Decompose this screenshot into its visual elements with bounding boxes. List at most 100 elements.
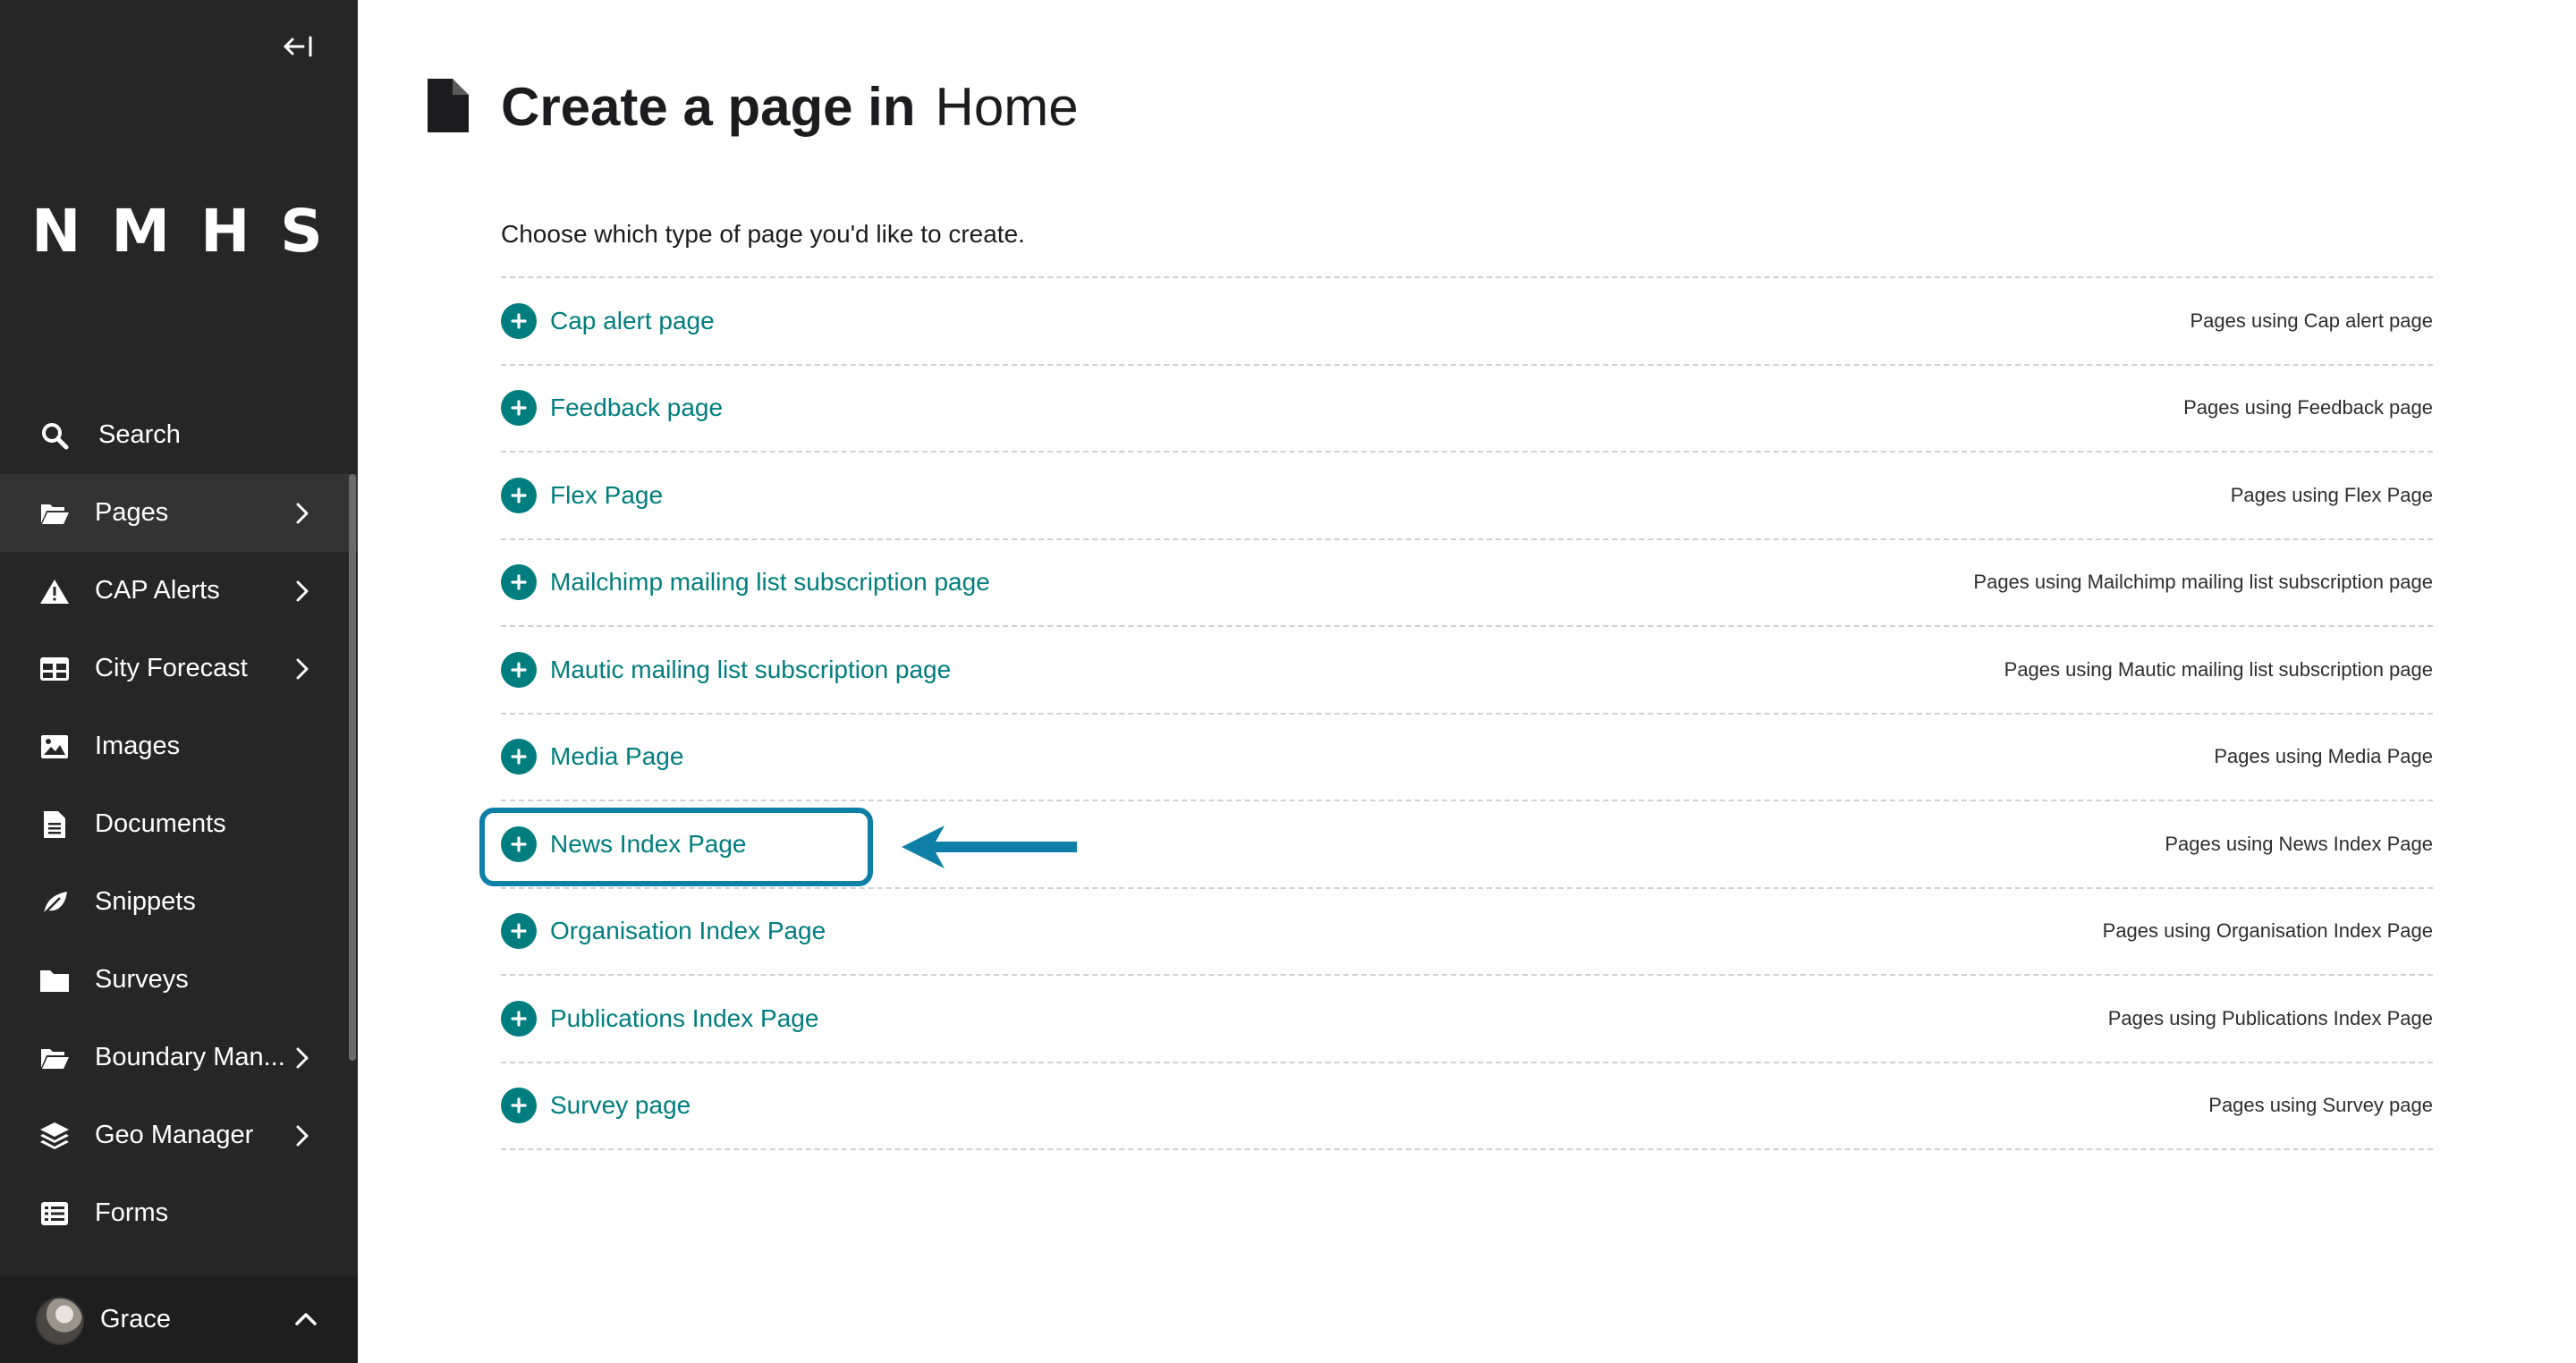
page-type-label: Organisation Index Page — [550, 917, 826, 945]
page-type-link[interactable]: Mailchimp mailing list subscription page — [501, 564, 990, 601]
sidebar-item-city-forecast[interactable]: City Forecast — [0, 630, 358, 707]
sidebar-item-label: Surveys — [95, 965, 189, 994]
page-type-usage[interactable]: Pages using Cap alert page — [2190, 309, 2433, 333]
chevron-right-icon — [292, 1123, 313, 1148]
page-title-text: Create a page in — [501, 77, 916, 137]
plus-icon — [501, 651, 537, 688]
page-type-usage[interactable]: Pages using News Index Page — [2165, 833, 2433, 856]
page-type-link[interactable]: Cap alert page — [501, 302, 715, 339]
sidebar-item-label: Search — [98, 420, 181, 449]
list-item: Survey page Pages using Survey page — [501, 1063, 2433, 1150]
page-type-link[interactable]: Media Page — [501, 739, 683, 775]
page-type-usage[interactable]: Pages using Publications Index Page — [2108, 1007, 2433, 1030]
page-type-label: Mailchimp mailing list subscription page — [550, 568, 990, 597]
sidebar-item-label: Images — [95, 732, 181, 760]
list-item: Flex Page Pages using Flex Page — [501, 453, 2433, 540]
site-logo[interactable]: NMHS — [0, 197, 358, 266]
plus-icon — [501, 390, 537, 427]
page-title: Create a page in Home — [501, 72, 1079, 143]
page-type-label: Cap alert page — [550, 306, 715, 334]
page-type-link[interactable]: Mautic mailing list subscription page — [501, 651, 952, 688]
collapse-icon — [284, 36, 312, 57]
collapse-sidebar-button[interactable] — [274, 27, 324, 66]
page-type-label: Media Page — [550, 742, 684, 771]
list-icon — [38, 1198, 71, 1230]
sidebar-item-label: CAP Alerts — [95, 576, 220, 605]
page-type-link[interactable]: Feedback page — [501, 390, 724, 427]
plus-icon — [501, 1000, 537, 1037]
sidebar-item-label: City Forecast — [95, 654, 248, 682]
sidebar-item-boundary-manager[interactable]: Boundary Man... — [0, 1019, 358, 1096]
sidebar-item-label: Forms — [95, 1198, 169, 1227]
sidebar-item-images[interactable]: Images — [0, 707, 358, 785]
page-type-usage[interactable]: Pages using Survey page — [2208, 1094, 2433, 1117]
sidebar-item-surveys[interactable]: Surveys — [0, 941, 358, 1019]
document-icon — [428, 79, 469, 132]
page-type-list: Cap alert page Pages using Cap alert pag… — [501, 276, 2433, 1150]
sidebar-scrollbar[interactable] — [349, 474, 356, 1061]
sidebar-item-search[interactable]: Search — [0, 396, 358, 474]
sidebar-item-label: Documents — [95, 809, 226, 838]
sidebar-item-geo-manager[interactable]: Geo Manager — [0, 1096, 358, 1174]
page-type-label: Survey page — [550, 1091, 691, 1120]
document-icon — [38, 808, 71, 841]
sidebar-item-pages[interactable]: Pages — [0, 474, 358, 552]
chevron-up-icon — [295, 1313, 317, 1325]
list-item: Organisation Index Page Pages using Orga… — [501, 889, 2433, 976]
sidebar-item-documents[interactable]: Documents — [0, 785, 358, 863]
sidebar-item-label: Pages — [95, 498, 169, 527]
sidebar-item-cap-alerts[interactable]: CAP Alerts — [0, 552, 358, 630]
table-icon — [38, 653, 71, 685]
list-item: Feedback page Pages using Feedback page — [501, 366, 2433, 453]
page-type-usage[interactable]: Pages using Feedback page — [2183, 396, 2433, 419]
intro-text: Choose which type of page you'd like to … — [501, 220, 1025, 248]
sidebar-item-forms[interactable]: Forms — [0, 1174, 358, 1252]
search-icon — [38, 419, 71, 452]
list-item: Publications Index Page Pages using Publ… — [501, 976, 2433, 1063]
page-type-usage[interactable]: Pages using Organisation Index Page — [2103, 919, 2433, 943]
page-type-label: Feedback page — [550, 394, 724, 422]
snippet-icon — [38, 886, 71, 919]
plus-icon — [501, 477, 537, 513]
sidebar: NMHS Search Pages CAP Alerts City Foreca… — [0, 0, 358, 1363]
avatar — [36, 1297, 84, 1345]
chevron-right-icon — [292, 501, 313, 526]
page-type-label: Mautic mailing list subscription page — [550, 655, 952, 683]
page-type-usage[interactable]: Pages using Mautic mailing list subscrip… — [2004, 658, 2433, 682]
plus-icon — [501, 302, 537, 339]
sidebar-item-label: Snippets — [95, 887, 196, 916]
chevron-right-icon — [292, 656, 313, 682]
list-item: Cap alert page Pages using Cap alert pag… — [501, 278, 2433, 366]
page-type-link[interactable]: Publications Index Page — [501, 1000, 819, 1037]
page-type-usage[interactable]: Pages using Flex Page — [2231, 484, 2433, 507]
parent-page-name: Home — [935, 77, 1079, 137]
folder-open-icon — [38, 1042, 71, 1074]
chevron-right-icon — [292, 1046, 313, 1071]
warning-icon — [38, 575, 71, 607]
annotation-arrow-icon — [902, 825, 1077, 868]
plus-icon — [501, 564, 537, 601]
page-type-link[interactable]: Survey page — [501, 1088, 691, 1124]
plus-icon — [501, 913, 537, 950]
annotation-highlight-box — [479, 808, 873, 886]
folder-icon — [38, 964, 71, 996]
main-menu: Search Pages CAP Alerts City Forecast Im… — [0, 396, 358, 1252]
page-type-label: Publications Index Page — [550, 1003, 819, 1032]
plus-icon — [501, 1088, 537, 1124]
layers-icon — [38, 1120, 71, 1152]
image-icon — [38, 731, 71, 763]
page-type-link[interactable]: Flex Page — [501, 477, 664, 513]
account-name: Grace — [100, 1304, 171, 1333]
list-item: Mailchimp mailing list subscription page… — [501, 540, 2433, 627]
page-type-usage[interactable]: Pages using Mailchimp mailing list subsc… — [1973, 571, 2433, 594]
sidebar-item-label: Boundary Man... — [95, 1043, 285, 1071]
page-type-link[interactable]: Organisation Index Page — [501, 913, 826, 950]
folder-open-icon — [38, 497, 71, 529]
list-item: Media Page Pages using Media Page — [501, 715, 2433, 801]
page-type-label: Flex Page — [550, 480, 664, 509]
account-menu[interactable]: Grace — [0, 1275, 358, 1363]
page-type-usage[interactable]: Pages using Media Page — [2214, 745, 2433, 768]
plus-icon — [501, 739, 537, 775]
chevron-right-icon — [292, 579, 313, 604]
sidebar-item-snippets[interactable]: Snippets — [0, 863, 358, 941]
